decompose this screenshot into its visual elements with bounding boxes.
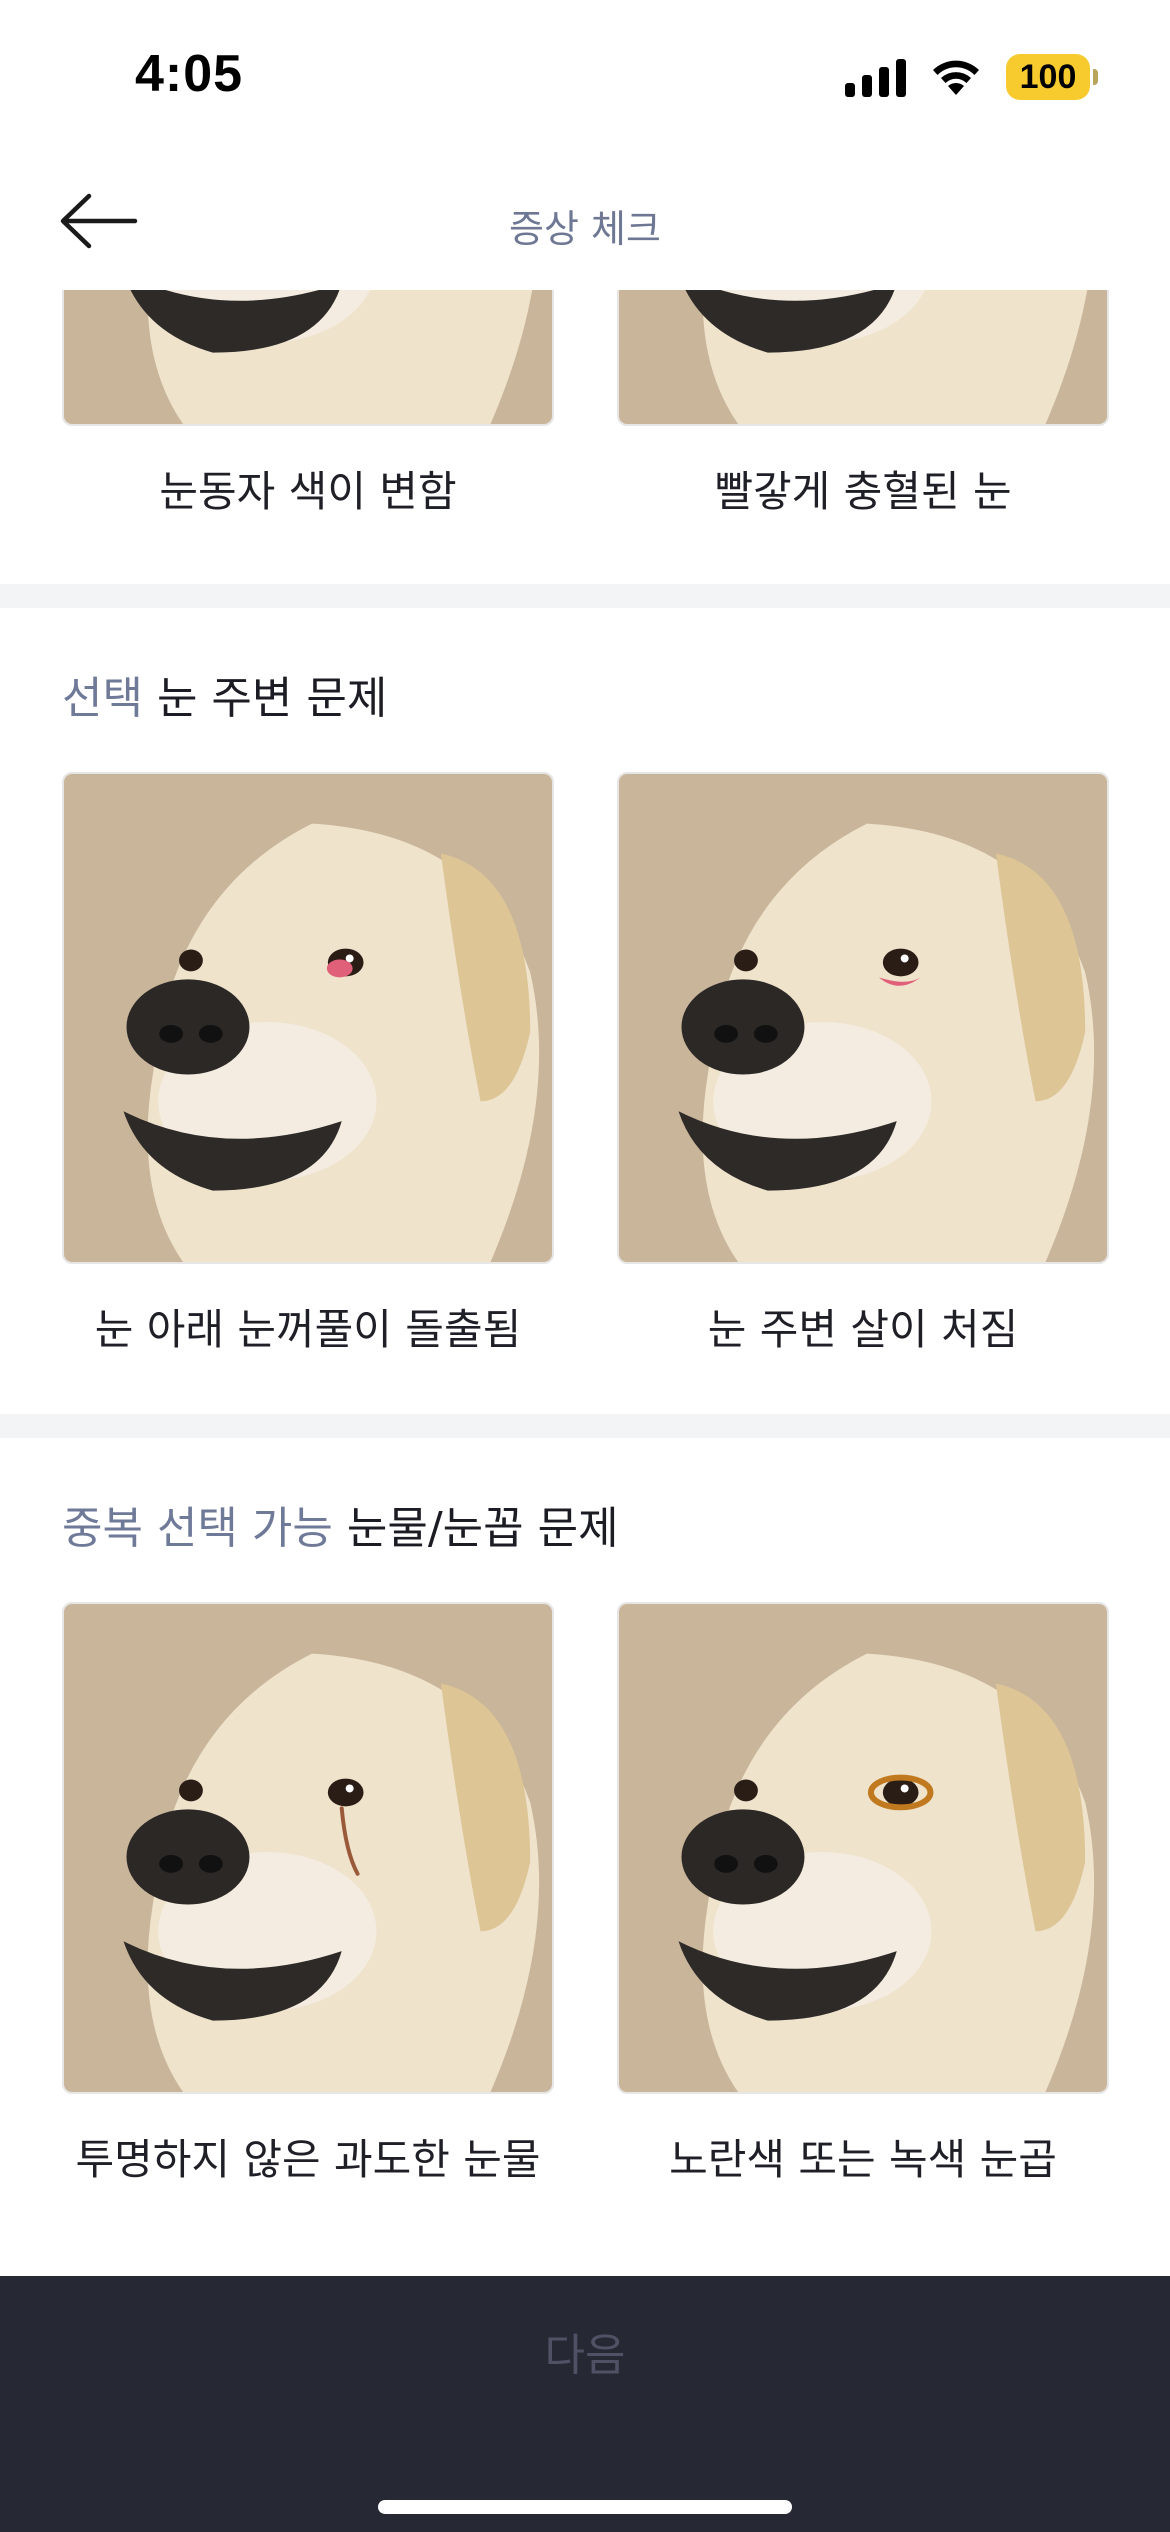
option-photo [62,290,554,426]
status-bar: 4:05 100 [0,0,1170,150]
option-photo [617,772,1109,1264]
section-label: 눈물/눈꼽 문제 [346,1503,619,1554]
option-label: 눈 주변 살이 처짐 [707,1305,1019,1354]
section-eye-area: 선택 눈 주변 문제 눈 아래 눈꺼풀이 돌출됨 눈 주변 살이 처짐 [0,608,1170,1398]
option-label: 눈동자 색이 변함 [159,467,457,516]
cellular-signal-icon [845,57,906,97]
section-divider [0,584,1170,608]
option-label: 투명하지 않은 과도한 눈물 [75,2135,541,2184]
option-label: 눈 아래 눈꺼풀이 돌출됨 [94,1305,522,1354]
section-tag: 선택 [62,673,143,724]
home-indicator[interactable] [378,2500,792,2514]
next-button[interactable]: 다음 [0,2276,1170,2426]
section-label: 눈 주변 문제 [156,673,388,724]
option-card-drooping-skin-around-eye[interactable]: 눈 주변 살이 처짐 [617,772,1109,1372]
option-card-excessive-cloudy-tears[interactable]: 투명하지 않은 과도한 눈물 [62,1602,554,2202]
battery-level: 100 [1019,57,1077,96]
battery-icon: 100 [1006,54,1098,100]
option-card-protruding-lower-eyelid[interactable]: 눈 아래 눈꺼풀이 돌출됨 [62,772,554,1372]
section-tears-discharge: 중복 선택 가능 눈물/눈꼽 문제 투명하지 않은 과도한 눈물 노란색 또는 … [0,1438,1170,2276]
option-photo [617,290,1109,426]
section-tag: 중복 선택 가능 [62,1503,333,1554]
option-card-pupil-color-change[interactable]: 눈동자 색이 변함 [62,290,554,530]
wifi-icon [933,60,979,95]
option-label: 빨갛게 충혈된 눈 [714,467,1012,516]
symptom-list[interactable]: 눈동자 색이 변함 빨갛게 충혈된 눈 선택 눈 주변 문제 눈 아래 눈꺼풀이… [0,290,1170,2276]
page-title: 증상 체크 [509,207,661,251]
bottom-action-bar: 다음 [0,2276,1170,2532]
status-icons: 100 [845,52,1098,102]
section-divider [0,1414,1170,1438]
option-photo [62,1602,554,2094]
section-heading: 선택 눈 주변 문제 [62,662,387,726]
nav-bar: 증상 체크 [0,150,1170,290]
section-heading: 중복 선택 가능 눈물/눈꼽 문제 [62,1492,619,1556]
option-photo [62,772,554,1264]
symptom-check-screen: 4:05 100 증상 체크 눈동자 색이 변함 빨갛게 충혈된 눈 선택 눈 … [0,0,1170,2532]
option-photo [617,1602,1109,2094]
option-label: 노란색 또는 녹색 눈곱 [669,2135,1057,2184]
section-eye-color: 눈동자 색이 변함 빨갛게 충혈된 눈 [0,290,1170,584]
option-card-yellow-green-discharge[interactable]: 노란색 또는 녹색 눈곱 [617,1602,1109,2202]
option-card-bloodshot-eye[interactable]: 빨갛게 충혈된 눈 [617,290,1109,530]
status-time: 4:05 [135,45,244,103]
